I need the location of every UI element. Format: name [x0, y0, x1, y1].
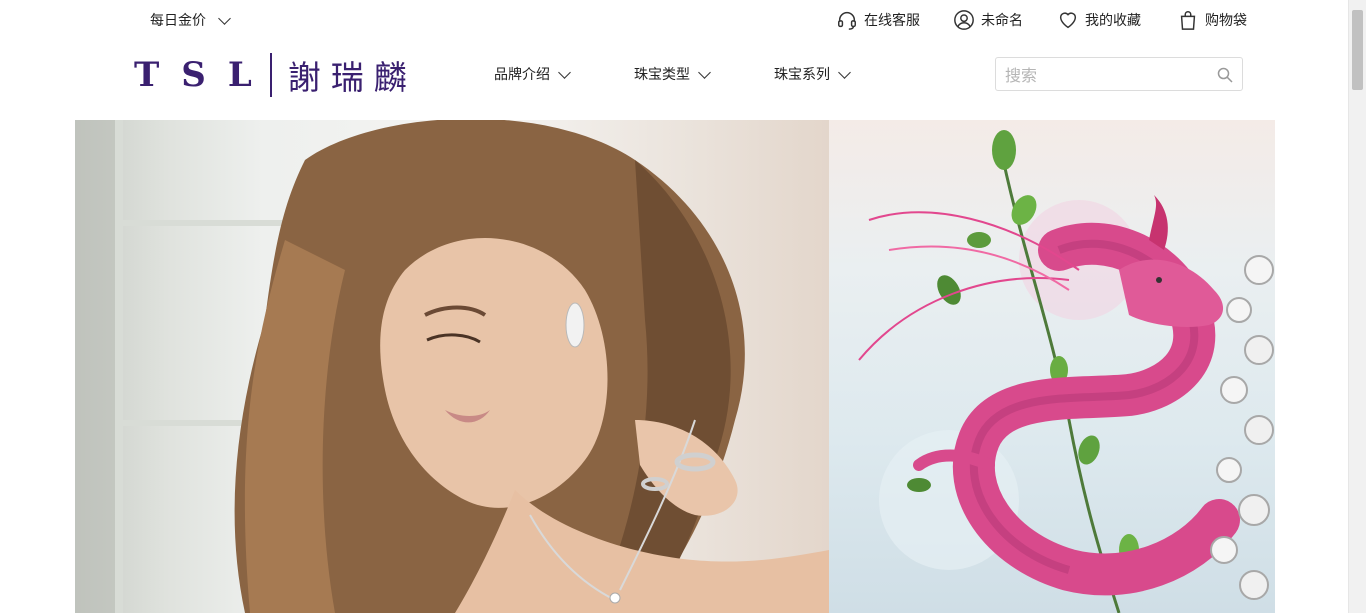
chevron-down-icon: [218, 11, 231, 25]
page-scrollbar[interactable]: [1348, 0, 1366, 613]
account-link[interactable]: 未命名: [953, 9, 1023, 31]
favorites-label: 我的收藏: [1085, 13, 1141, 29]
top-utility-bar: 每日金价 在线客服 未命名 我的收藏 购物袋: [0, 0, 1349, 40]
nav-jewelry-series-label: 珠宝系列: [774, 67, 830, 83]
logo-chinese: 謝瑞麟: [287, 58, 417, 97]
dragon-illustration: [858, 130, 1274, 613]
shopping-bag-label: 购物袋: [1205, 13, 1247, 29]
shopping-bag-link[interactable]: 购物袋: [1177, 9, 1247, 31]
nav-jewelry-type-label: 珠宝类型: [634, 67, 690, 83]
chevron-down-icon: [698, 65, 711, 79]
nav-brand-intro[interactable]: 品牌介绍: [494, 64, 571, 84]
chevron-down-icon: [558, 65, 571, 79]
model-illustration: [75, 120, 829, 613]
scrollbar-thumb[interactable]: [1352, 10, 1363, 90]
heart-icon: [1059, 12, 1077, 29]
shopping-bag-icon: [1180, 11, 1196, 30]
headset-icon: [838, 12, 856, 30]
hero-dragon-image[interactable]: [829, 120, 1275, 613]
hero-banner[interactable]: [75, 120, 1275, 613]
account-label: 未命名: [981, 13, 1023, 29]
brand-logo[interactable]: TSL 謝瑞麟: [134, 52, 417, 98]
gold-price-label: 每日金价: [150, 13, 206, 29]
nav-jewelry-series[interactable]: 珠宝系列: [774, 64, 851, 84]
gold-price-dropdown[interactable]: 每日金价: [150, 10, 231, 30]
chevron-down-icon: [838, 65, 851, 79]
online-service-link[interactable]: 在线客服: [836, 9, 920, 31]
hero-model-image[interactable]: [75, 120, 829, 613]
logo-english: TSL: [134, 55, 274, 95]
nav-brand-intro-label: 品牌介绍: [494, 67, 550, 83]
online-service-label: 在线客服: [864, 13, 920, 29]
search-input[interactable]: [1003, 59, 1207, 91]
logo-divider: [269, 53, 272, 97]
nav-jewelry-type[interactable]: 珠宝类型: [634, 64, 711, 84]
search-box: [995, 57, 1243, 91]
user-icon: [954, 10, 974, 30]
search-icon[interactable]: [1217, 67, 1233, 83]
favorites-link[interactable]: 我的收藏: [1057, 9, 1141, 31]
